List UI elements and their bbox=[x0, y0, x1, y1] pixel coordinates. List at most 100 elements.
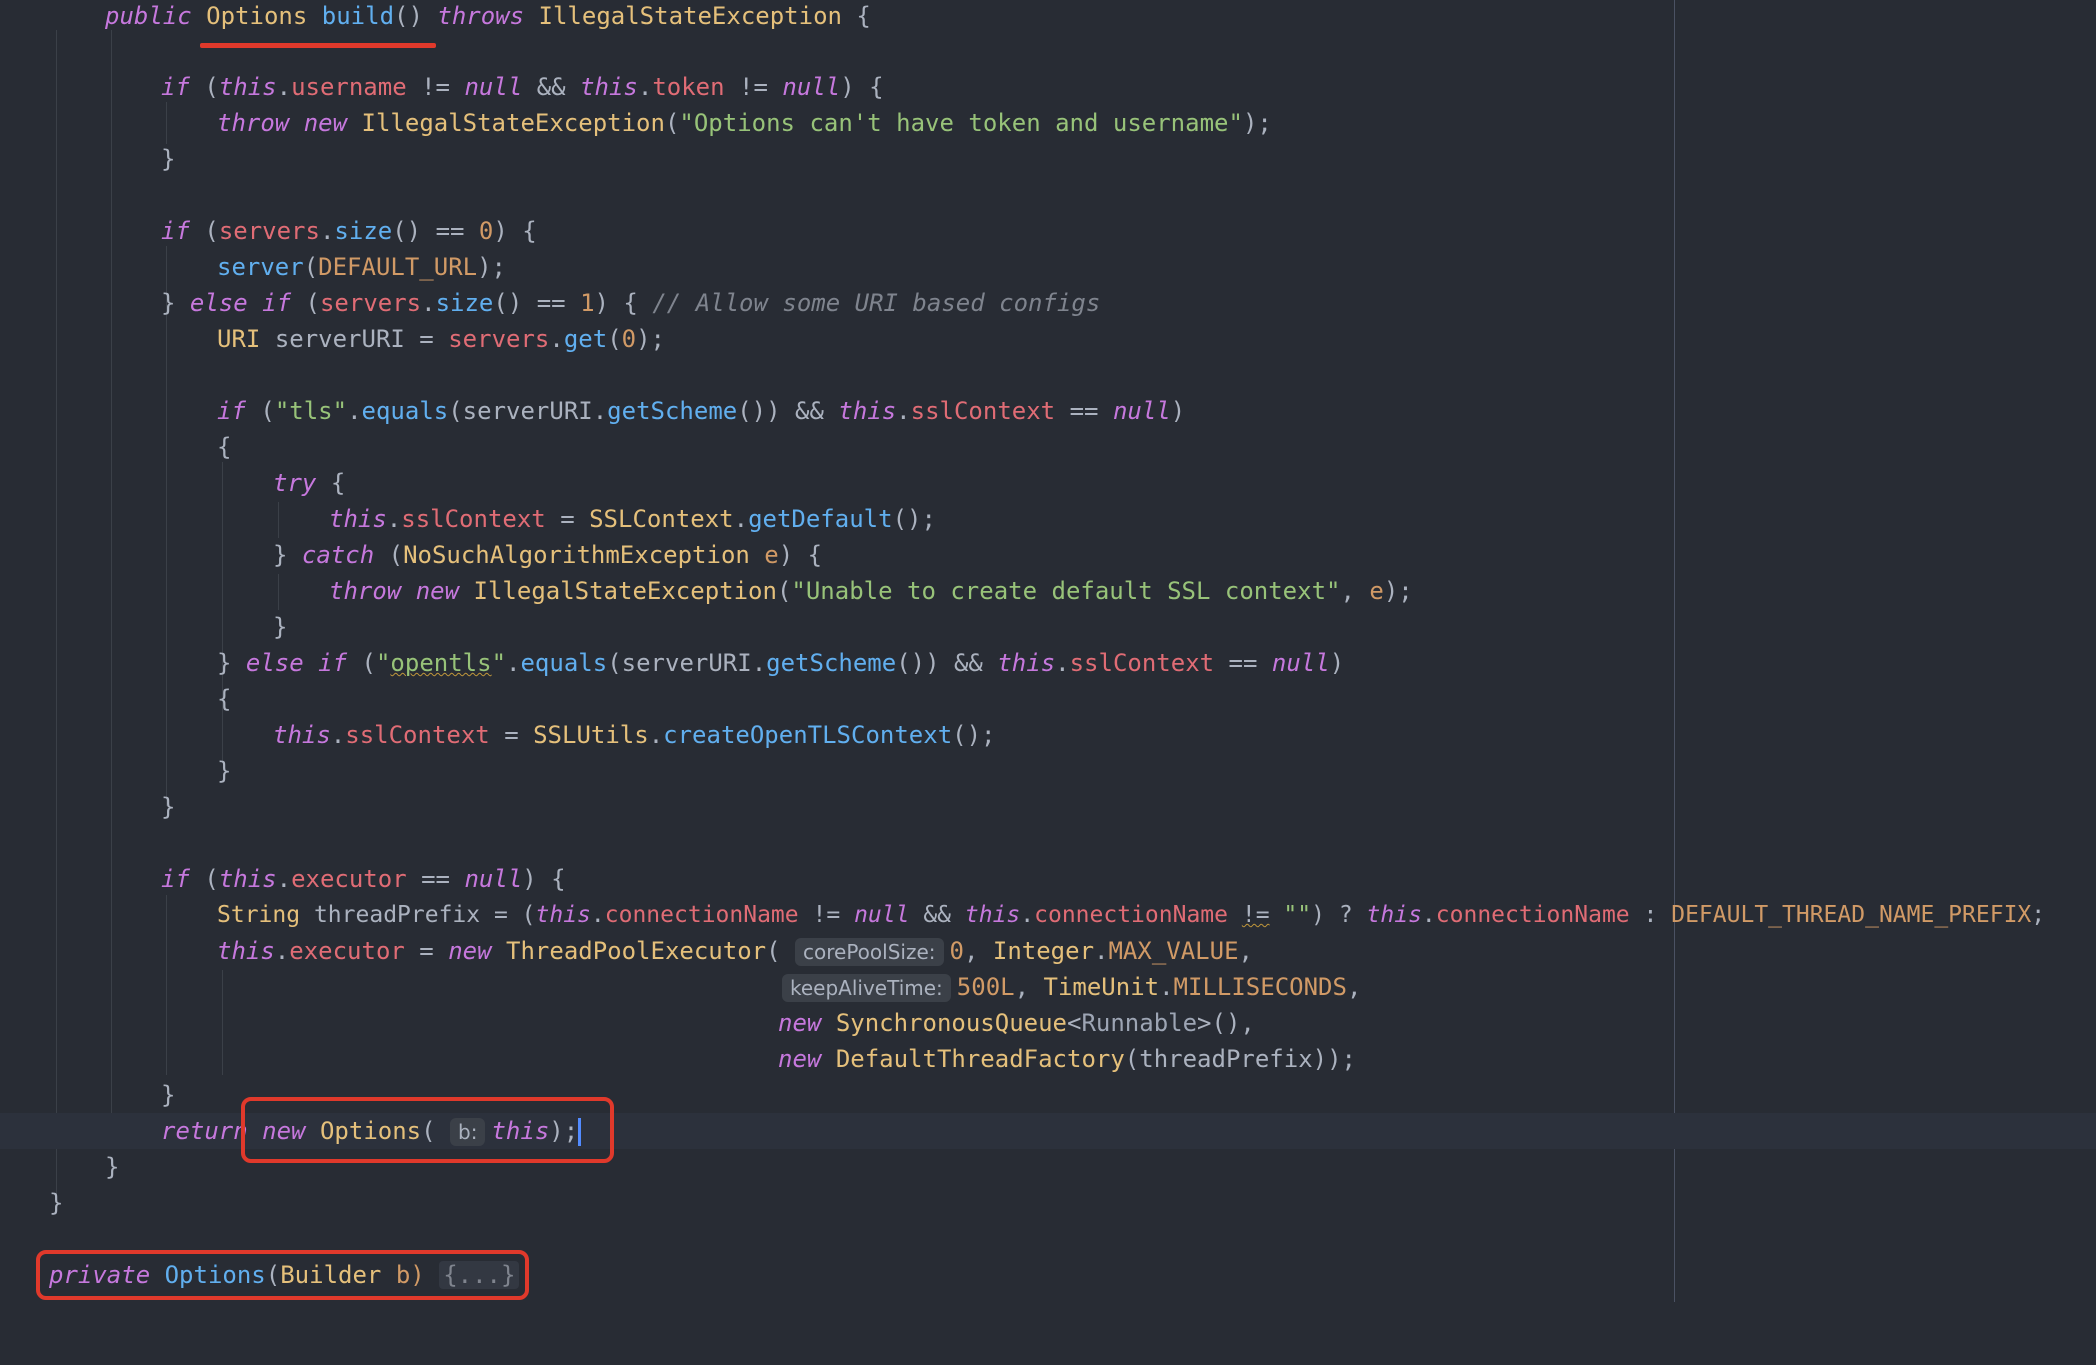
operator: = bbox=[504, 721, 519, 749]
code-line: } bbox=[0, 141, 2096, 177]
this-keyword: this bbox=[218, 73, 277, 101]
method-name: size bbox=[334, 217, 393, 245]
this-keyword: this bbox=[273, 721, 331, 749]
keyword: else if bbox=[189, 289, 292, 317]
punct: () bbox=[394, 2, 423, 30]
keyword: throw bbox=[329, 577, 402, 605]
keyword: if bbox=[161, 865, 190, 893]
this-keyword: this bbox=[218, 865, 277, 893]
code-line: throw new IllegalStateException("Options… bbox=[217, 109, 1272, 137]
comment: // Allow some URI based configs bbox=[652, 289, 1101, 317]
operator: != bbox=[812, 902, 841, 928]
number-literal: 0 bbox=[621, 325, 637, 353]
code-line: { bbox=[0, 681, 2096, 717]
punct: ; bbox=[2031, 902, 2046, 928]
field-name: executor bbox=[291, 865, 407, 893]
keyword: catch bbox=[301, 541, 375, 569]
constant: MAX_VALUE bbox=[1108, 937, 1239, 965]
method-name: getScheme bbox=[766, 649, 897, 677]
field-name: sslContext bbox=[401, 505, 546, 533]
punct: >(), bbox=[1197, 1009, 1255, 1037]
field-name: servers bbox=[448, 325, 550, 353]
string-literal: "" bbox=[1283, 902, 1312, 928]
number-literal: 500L bbox=[956, 973, 1015, 1001]
string-literal: "opentls" bbox=[375, 649, 507, 677]
keyword: public bbox=[105, 2, 192, 30]
this-keyword: this bbox=[964, 902, 1021, 928]
keyword: if bbox=[161, 217, 190, 245]
string-literal: "Unable to create default SSL context" bbox=[791, 577, 1341, 605]
punct: (); bbox=[952, 721, 996, 749]
keyword: new bbox=[303, 109, 348, 137]
code-line: URI serverURI = servers.get(0); bbox=[217, 325, 665, 353]
this-keyword: this bbox=[1366, 902, 1422, 928]
method-name: createOpenTLSContext bbox=[663, 721, 953, 749]
punct: ) bbox=[1329, 649, 1345, 677]
variable: serverURI bbox=[462, 397, 593, 425]
operator: != bbox=[739, 73, 768, 101]
code-line: } bbox=[0, 753, 2096, 789]
annotation-box bbox=[241, 1097, 614, 1163]
generic-type: Runnable bbox=[1081, 1009, 1198, 1037]
field-name: servers bbox=[218, 217, 320, 245]
punct: , bbox=[1238, 937, 1253, 965]
code-line: } else if (servers.size() == 1) { // All… bbox=[161, 289, 1101, 317]
punct: (); bbox=[892, 505, 936, 533]
class-name: IllegalStateException bbox=[361, 109, 665, 137]
this-keyword: this bbox=[535, 902, 591, 928]
field-name: connectionName bbox=[604, 902, 799, 928]
method-name: get bbox=[563, 325, 608, 353]
operator: && bbox=[923, 902, 952, 928]
operator: == bbox=[1069, 397, 1099, 425]
null-keyword: null bbox=[464, 865, 523, 893]
class-name: SSLContext bbox=[589, 505, 734, 533]
this-keyword: this bbox=[997, 649, 1056, 677]
field-name: sslContext bbox=[1069, 649, 1215, 677]
opening-brace: { bbox=[217, 685, 232, 713]
closing-brace: } bbox=[161, 1081, 176, 1109]
operator: != bbox=[421, 73, 451, 101]
number-literal: 1 bbox=[580, 289, 595, 317]
annotation-box bbox=[36, 1250, 529, 1300]
class-name: IllegalStateException bbox=[473, 577, 777, 605]
code-line: if (this.executor == null) { bbox=[161, 865, 566, 893]
class-name: SSLUtils bbox=[533, 721, 649, 749]
punct: ); bbox=[1383, 577, 1413, 605]
class-name: ThreadPoolExecutor bbox=[506, 937, 767, 965]
punct: ); bbox=[636, 325, 665, 353]
parameter: e bbox=[1369, 577, 1384, 605]
field-name: sslContext bbox=[345, 721, 490, 749]
string-literal: "tls" bbox=[274, 397, 348, 425]
class-name: URI bbox=[217, 325, 261, 353]
code-editor[interactable]: public Options build() throws IllegalSta… bbox=[0, 0, 2096, 1302]
constant: MILLISECONDS bbox=[1173, 973, 1347, 1001]
punct: } bbox=[273, 541, 288, 569]
closing-brace: } bbox=[273, 613, 288, 641]
operator: : bbox=[1643, 902, 1658, 928]
class-name: String bbox=[217, 902, 301, 928]
code-line: if (this.username != null && this.token … bbox=[161, 73, 884, 101]
field-name: servers bbox=[319, 289, 422, 317]
punct: , bbox=[1346, 973, 1362, 1001]
operator: == bbox=[421, 865, 451, 893]
parameter-hint: corePoolSize: bbox=[795, 938, 944, 966]
field-name: connectionName bbox=[1435, 902, 1630, 928]
field-name: executor bbox=[289, 937, 405, 965]
code-line: this.sslContext = SSLUtils.createOpenTLS… bbox=[273, 721, 996, 749]
constant: DEFAULT_THREAD_NAME_PREFIX bbox=[1671, 902, 2032, 928]
this-keyword: this bbox=[580, 73, 638, 101]
typo-warning[interactable]: opentls bbox=[390, 649, 491, 677]
class-name: Options bbox=[206, 2, 308, 30]
code-line: } bbox=[0, 789, 2096, 825]
this-keyword: this bbox=[217, 937, 275, 965]
punct: ) { bbox=[840, 73, 884, 101]
code-line: throw new IllegalStateException("Unable … bbox=[329, 577, 1413, 605]
method-name: getScheme bbox=[607, 397, 738, 425]
code-line: server(DEFAULT_URL); bbox=[217, 253, 507, 281]
operator-warning[interactable]: != bbox=[1242, 902, 1270, 928]
keyword: new bbox=[415, 577, 460, 605]
opening-brace: { bbox=[217, 433, 232, 461]
annotation-underline bbox=[200, 43, 436, 48]
variable: threadPrefix = ( bbox=[313, 902, 536, 928]
this-keyword: this bbox=[838, 397, 897, 425]
